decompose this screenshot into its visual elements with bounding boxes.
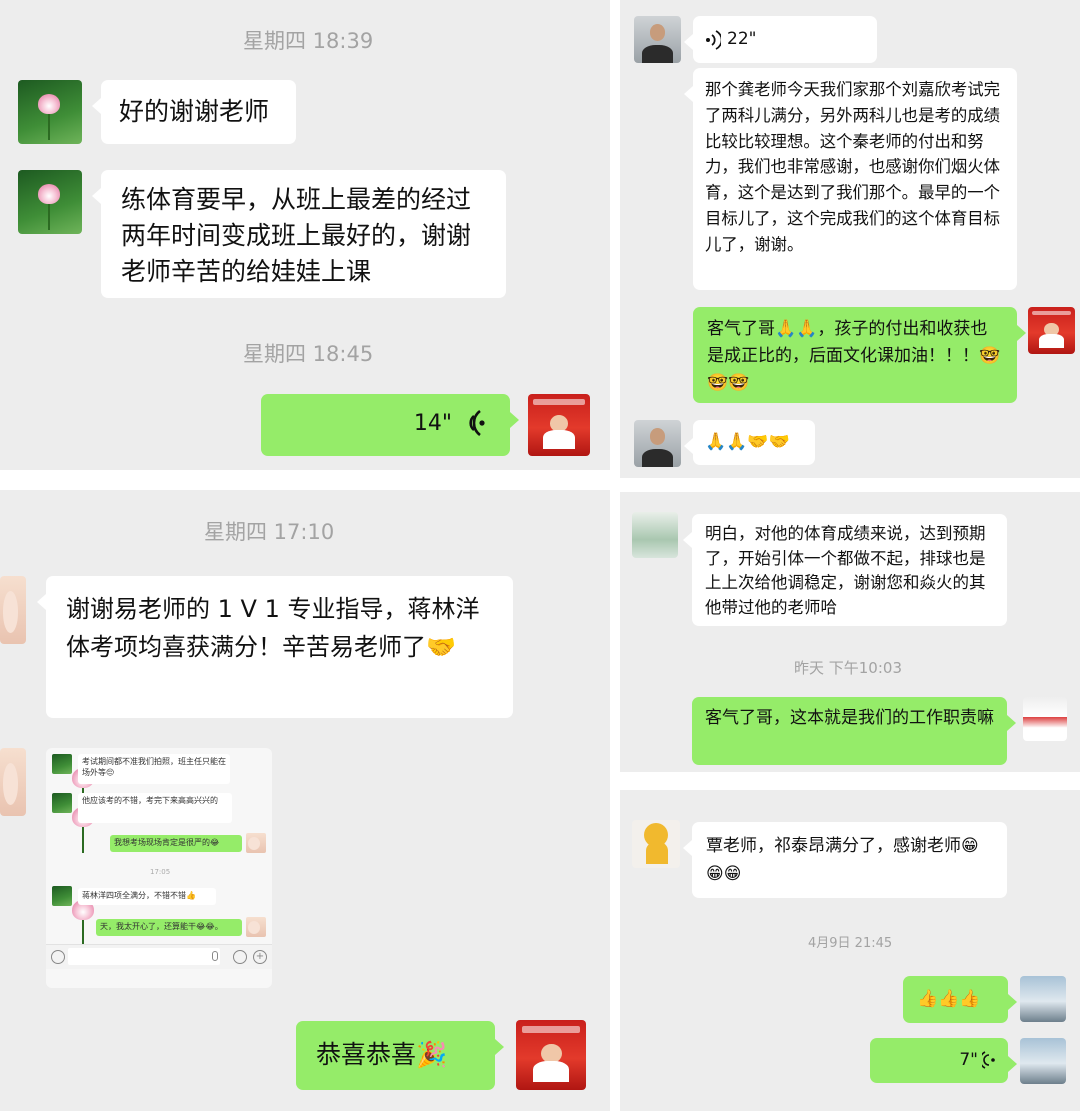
timestamp: 4月9日 21:45 <box>808 936 893 951</box>
message-text: 👍👍👍 <box>917 989 981 1009</box>
timestamp: 昨天 下午10:03 <box>794 659 902 677</box>
avatar <box>52 886 94 946</box>
message-text: 我想考场现场肯定是很严的😂 <box>110 835 242 852</box>
message-bubble[interactable]: 客气了哥🙏🙏，孩子的付出和收获也是成正比的，后面文化课加油！！！🤓🤓🤓 <box>693 307 1026 403</box>
message-text: 客气了哥，这本就是我们的工作职责嘛 <box>705 708 994 728</box>
avatar[interactable] <box>0 748 26 816</box>
message-bubble[interactable]: 谢谢易老师的 1 V 1 专业指导，蒋林洋体考项均喜获满分！辛苦易老师了🤝 <box>37 576 513 718</box>
chat-panel-5: 覃老师，祁泰昂满分了，感谢老师😁😁😁 4月9日 21:45 👍👍👍 7" <box>620 790 1080 1111</box>
chat-panel-1: 星期四 18:39 好的谢谢老师 练体育要早，从班上最差的经过两年时间变成班上最… <box>0 0 610 470</box>
voice-wave-icon <box>705 30 723 50</box>
message-text: 明白，对他的体育成绩来说，达到预期了，开始引体一个都做不起，排球也是上上次给他调… <box>705 524 986 617</box>
timestamp: 17:05 <box>150 868 171 876</box>
mic-icon[interactable] <box>212 951 218 961</box>
message-input[interactable] <box>68 948 220 965</box>
voice-message-icon[interactable] <box>51 950 65 964</box>
avatar[interactable] <box>18 170 82 234</box>
avatar-teacher[interactable] <box>528 394 590 456</box>
message-bubble[interactable]: 👍👍👍 <box>903 976 1017 1023</box>
input-bar: + <box>46 944 272 969</box>
voice-wave-icon <box>462 408 488 438</box>
avatar-teacher[interactable] <box>516 1020 586 1090</box>
message-bubble[interactable]: 明白，对他的体育成绩来说，达到预期了，开始引体一个都做不起，排球也是上上次给他调… <box>683 514 1007 626</box>
avatar <box>246 833 266 853</box>
avatar[interactable] <box>18 80 82 144</box>
avatar-teacher[interactable] <box>1023 697 1067 741</box>
message-bubble[interactable]: 那个龚老师今天我们家那个刘嘉欣考试完了两科儿满分，另外两科儿也是考的成绩比较比较… <box>684 68 1017 290</box>
message-text: 覃老师，祁泰昂满分了，感谢老师😁😁😁 <box>706 836 979 884</box>
avatar[interactable] <box>1020 976 1066 1022</box>
emoji-text: 🙏🙏🤝🤝 <box>705 432 790 452</box>
avatar[interactable] <box>632 820 680 868</box>
avatar <box>52 793 94 853</box>
plus-icon[interactable]: + <box>253 950 267 964</box>
avatar[interactable] <box>634 420 681 467</box>
message-bubble[interactable]: 客气了哥，这本就是我们的工作职责嘛 <box>692 697 1016 765</box>
message-bubble[interactable]: 练体育要早，从班上最差的经过两年时间变成班上最好的，谢谢老师辛苦的给娃娃上课 <box>92 170 506 298</box>
avatar[interactable] <box>632 512 678 558</box>
message-text: 谢谢易老师的 1 V 1 专业指导，蒋林洋体考项均喜获满分！辛苦易老师了🤝 <box>66 595 480 661</box>
message-text: 他应该考的不错，考完下来高高兴兴的 <box>78 793 232 823</box>
message-bubble[interactable]: 恭喜恭喜🎉 <box>296 1021 504 1090</box>
message-text: 练体育要早，从班上最差的经过两年时间变成班上最好的，谢谢老师辛苦的给娃娃上课 <box>121 185 472 286</box>
message-text: 那个龚老师今天我们家那个刘嘉欣考试完了两科儿满分，另外两科儿也是考的成绩比较比较… <box>705 80 1001 254</box>
voice-message-bubble[interactable]: 14" <box>261 394 519 456</box>
message-bubble[interactable]: 好的谢谢老师 <box>92 80 296 144</box>
avatar <box>246 917 266 937</box>
voice-duration: 14" <box>413 411 452 436</box>
voice-wave-icon <box>979 1051 996 1069</box>
message-text: 天，我太开心了，还算能干😂😂。 <box>96 919 242 936</box>
message-bubble[interactable]: 🙏🙏🤝🤝 <box>684 420 815 465</box>
message-text: 考试期间都不准我们拍照，班主任只能在场外等😔 <box>78 754 230 784</box>
timestamp: 星期四 18:39 <box>243 29 374 53</box>
embedded-chat-screenshot[interactable]: 考试期间都不准我们拍照，班主任只能在场外等😔 他应该考的不错，考完下来高高兴兴的… <box>46 748 272 988</box>
avatar <box>52 754 94 814</box>
message-text: 客气了哥🙏🙏，孩子的付出和收获也是成正比的，后面文化课加油！！！🤓🤓🤓 <box>707 319 1001 393</box>
message-text: 恭喜恭喜🎉 <box>316 1040 448 1069</box>
timestamp: 星期四 17:10 <box>204 520 335 544</box>
voice-message-bubble[interactable]: 22" <box>684 16 877 63</box>
avatar-teacher[interactable] <box>1028 307 1075 354</box>
voice-message-bubble[interactable]: 7" <box>870 1038 1017 1083</box>
chat-panel-3: 星期四 17:10 谢谢易老师的 1 V 1 专业指导，蒋林洋体考项均喜获满分！… <box>0 490 610 1111</box>
voice-duration: 22" <box>727 29 757 49</box>
emoji-icon[interactable] <box>233 950 247 964</box>
message-text: 好的谢谢老师 <box>119 97 270 126</box>
avatar[interactable] <box>0 576 26 644</box>
avatar[interactable] <box>634 16 681 63</box>
message-text: 蒋林洋四项全满分，不错不错👍 <box>78 888 216 905</box>
message-bubble[interactable]: 覃老师，祁泰昂满分了，感谢老师😁😁😁 <box>683 822 1007 898</box>
chat-panel-4: 明白，对他的体育成绩来说，达到预期了，开始引体一个都做不起，排球也是上上次给他调… <box>620 492 1080 772</box>
chat-panel-2: 22" 那个龚老师今天我们家那个刘嘉欣考试完了两科儿满分，另外两科儿也是考的成绩… <box>620 0 1080 478</box>
timestamp: 星期四 18:45 <box>243 342 374 366</box>
voice-duration: 7" <box>959 1050 978 1070</box>
avatar[interactable] <box>1020 1038 1066 1084</box>
